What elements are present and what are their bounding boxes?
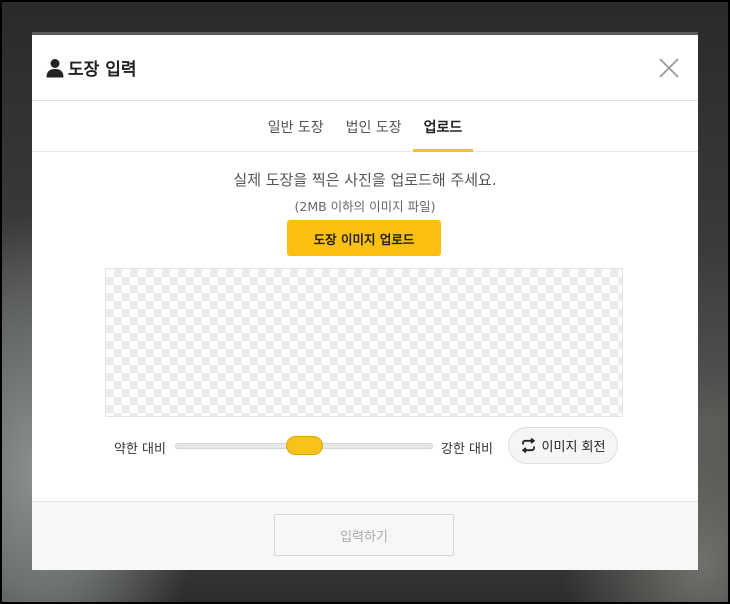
weak-contrast-label: 약한 대비 xyxy=(114,442,166,457)
stamp-preview-area xyxy=(105,268,623,417)
upload-panel: 실제 도장을 찍은 사진을 업로드해 주세요. (2MB 이하의 이미지 파일)… xyxy=(32,152,698,501)
tab-upload[interactable]: 업로드 xyxy=(412,102,474,152)
stamp-type-tabs: 일반 도장 법인 도장 업로드 xyxy=(32,101,698,152)
upload-instruction: 실제 도장을 찍은 사진을 업로드해 주세요. xyxy=(233,171,497,189)
modal-footer: 입력하기 xyxy=(32,501,698,570)
rotate-image-button[interactable]: 이미지 회전 xyxy=(508,427,618,464)
stamp-input-modal: 도장 입력 일반 도장 법인 도장 업로드 실제 도장을 찍은 사진을 업로드해… xyxy=(32,32,698,570)
modal-title: 도장 입력 xyxy=(68,60,137,80)
close-icon xyxy=(659,58,679,78)
rotate-icon xyxy=(521,438,536,453)
rotate-image-label: 이미지 회전 xyxy=(541,440,606,455)
contrast-slider-thumb[interactable] xyxy=(285,436,323,455)
upload-image-button[interactable]: 도장 이미지 업로드 xyxy=(287,220,441,256)
tab-general-stamp[interactable]: 일반 도장 xyxy=(257,102,335,151)
close-button[interactable] xyxy=(658,57,680,79)
tab-corporate-stamp[interactable]: 법인 도장 xyxy=(335,102,413,151)
contrast-controls: 약한 대비 강한 대비 이미지 회전 xyxy=(32,427,698,467)
strong-contrast-label: 강한 대비 xyxy=(441,442,493,457)
file-size-note: (2MB 이하의 이미지 파일) xyxy=(294,199,436,214)
submit-button[interactable]: 입력하기 xyxy=(274,514,454,556)
user-icon xyxy=(46,58,64,78)
modal-header: 도장 입력 xyxy=(32,35,698,101)
